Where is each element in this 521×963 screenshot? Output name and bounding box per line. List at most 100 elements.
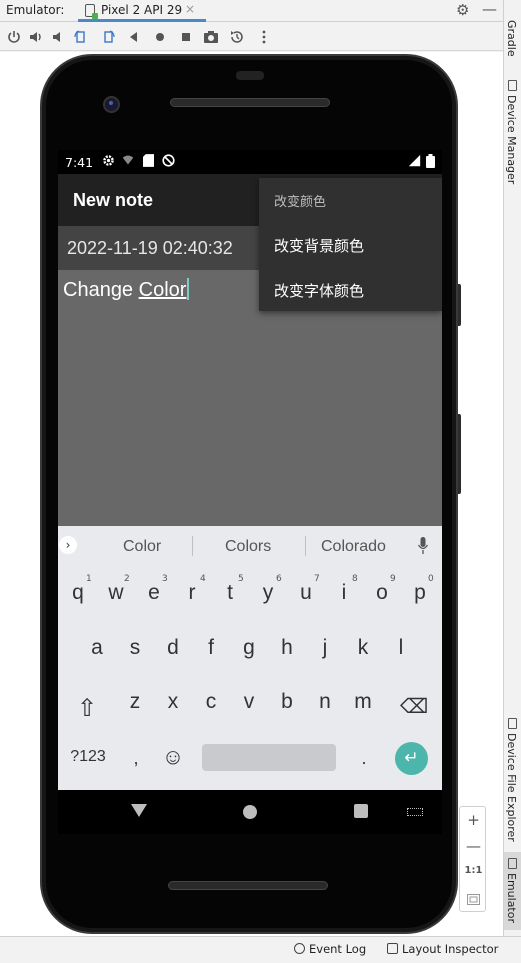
volume-down-icon[interactable]	[50, 29, 66, 45]
layout-inspector-label: Layout Inspector	[402, 942, 499, 956]
key-hint-number: 7	[314, 574, 320, 584]
rotate-right-icon[interactable]	[100, 29, 116, 45]
key-c[interactable]: c	[199, 690, 223, 714]
comma-key[interactable]: ,	[124, 748, 148, 769]
close-tab-icon[interactable]: ×	[185, 2, 195, 16]
layout-inspector-button[interactable]: Layout Inspector	[387, 942, 498, 956]
key-p[interactable]: p	[408, 581, 432, 605]
power-icon[interactable]	[6, 29, 22, 45]
key-z[interactable]: z	[123, 690, 147, 714]
key-x[interactable]: x	[161, 690, 185, 714]
layout-inspector-icon	[387, 943, 398, 954]
wifi-off-icon	[122, 155, 134, 165]
zoom-out-button[interactable]: —	[460, 837, 487, 855]
back-icon[interactable]	[126, 29, 142, 45]
phone-top-slot	[236, 71, 264, 80]
key-hint-number: 4	[200, 574, 206, 584]
screenshot-icon[interactable]	[203, 29, 219, 45]
nav-home-icon[interactable]	[243, 805, 257, 819]
key-u[interactable]: u	[294, 581, 318, 605]
page-title: New note	[73, 190, 154, 210]
emulator-tool-window-header: Emulator: Pixel 2 API 29 × ⚙ —	[0, 0, 503, 22]
overview-icon[interactable]	[178, 29, 194, 45]
home-icon[interactable]	[152, 29, 168, 45]
key-g[interactable]: g	[237, 636, 261, 660]
key-m[interactable]: m	[351, 690, 375, 714]
key-s[interactable]: s	[123, 636, 147, 660]
key-o[interactable]: o	[370, 581, 394, 605]
zoom-to-fit-icon[interactable]	[460, 891, 487, 909]
key-e[interactable]: e	[142, 581, 166, 605]
spacebar[interactable]	[202, 744, 336, 771]
device-file-explorer-tool-label[interactable]: Device File Explorer	[505, 733, 518, 842]
menu-item-change-background-color[interactable]: 改变背景颜色	[274, 235, 364, 256]
emulator-label: Emulator:	[6, 3, 65, 17]
device-manager-tool-label[interactable]: Device Manager	[505, 95, 518, 184]
key-hint-number: 2	[124, 574, 130, 584]
status-time: 7:41	[65, 155, 94, 170]
nav-recents-icon[interactable]	[354, 804, 368, 818]
shift-key[interactable]: ⇧	[75, 694, 99, 723]
nav-back-icon[interactable]	[131, 804, 147, 817]
do-not-disturb-icon	[162, 154, 175, 167]
symbols-key[interactable]: ?123	[68, 748, 108, 766]
zoom-panel: + — 1:1	[459, 806, 486, 912]
device-manager-icon	[508, 80, 517, 91]
key-j[interactable]: j	[313, 636, 337, 660]
key-w[interactable]: w	[104, 581, 128, 605]
key-l[interactable]: l	[389, 636, 413, 660]
enter-key[interactable]: ↵	[395, 742, 428, 775]
battery-icon	[426, 154, 435, 168]
zoom-in-button[interactable]: +	[460, 811, 487, 829]
key-k[interactable]: k	[351, 636, 375, 660]
device-tab[interactable]: Pixel 2 API 29 ×	[78, 0, 206, 22]
key-r[interactable]: r	[180, 581, 204, 605]
more-options-icon[interactable]	[256, 29, 272, 45]
microphone-icon[interactable]	[418, 536, 428, 556]
volume-up-icon[interactable]	[28, 29, 44, 45]
key-hint-number: 3	[162, 574, 168, 584]
key-v[interactable]: v	[237, 690, 261, 714]
key-hint-number: 9	[390, 574, 396, 584]
text-cursor	[187, 278, 190, 300]
key-f[interactable]: f	[199, 636, 223, 660]
keyboard-switch-icon[interactable]	[407, 808, 423, 816]
key-hint-number: 6	[276, 574, 282, 584]
backspace-key[interactable]: ⌫	[400, 694, 428, 719]
bottom-status-bar: Event Log Layout Inspector	[0, 936, 521, 963]
menu-item-change-font-color[interactable]: 改变字体颜色	[274, 280, 364, 301]
gear-icon[interactable]: ⚙	[456, 1, 469, 19]
note-text[interactable]: Change Color	[63, 278, 190, 302]
front-camera	[103, 96, 120, 113]
minimize-icon[interactable]: —	[482, 0, 497, 18]
event-log-button[interactable]: Event Log	[294, 942, 366, 956]
rotate-left-icon[interactable]	[73, 29, 89, 45]
emulator-tool-label[interactable]: Emulator	[505, 873, 518, 923]
note-text-plain: Change	[63, 279, 139, 301]
device-icon	[85, 4, 98, 19]
key-hint-number: 0	[428, 574, 434, 584]
key-y[interactable]: y	[256, 581, 280, 605]
key-d[interactable]: d	[161, 636, 185, 660]
key-h[interactable]: h	[275, 636, 299, 660]
soft-keyboard: › Color Colors Colorado q1 w2 e3 r4 t5 y6 u7 i8…	[58, 526, 442, 790]
key-t[interactable]: t	[218, 581, 242, 605]
key-a[interactable]: a	[85, 636, 109, 660]
suggestion-item[interactable]: Colorado	[321, 538, 386, 556]
gradle-tool-label[interactable]: Gradle	[505, 20, 518, 57]
key-i[interactable]: i	[332, 581, 356, 605]
key-q[interactable]: q	[66, 581, 90, 605]
snapshot-icon[interactable]	[229, 29, 245, 45]
bottom-speaker	[168, 881, 328, 890]
expand-suggestions-icon[interactable]: ›	[59, 536, 77, 554]
key-n[interactable]: n	[313, 690, 337, 714]
emulator-tool-icon	[508, 858, 517, 869]
key-hint-number: 5	[238, 574, 244, 584]
zoom-one-to-one-button[interactable]: 1:1	[460, 865, 487, 876]
event-log-icon	[294, 943, 305, 954]
emoji-key[interactable]: ☺	[161, 744, 185, 770]
suggestion-item[interactable]: Color	[123, 538, 161, 556]
key-b[interactable]: b	[275, 690, 299, 714]
suggestion-item[interactable]: Colors	[225, 538, 271, 556]
period-key[interactable]: .	[352, 748, 376, 769]
